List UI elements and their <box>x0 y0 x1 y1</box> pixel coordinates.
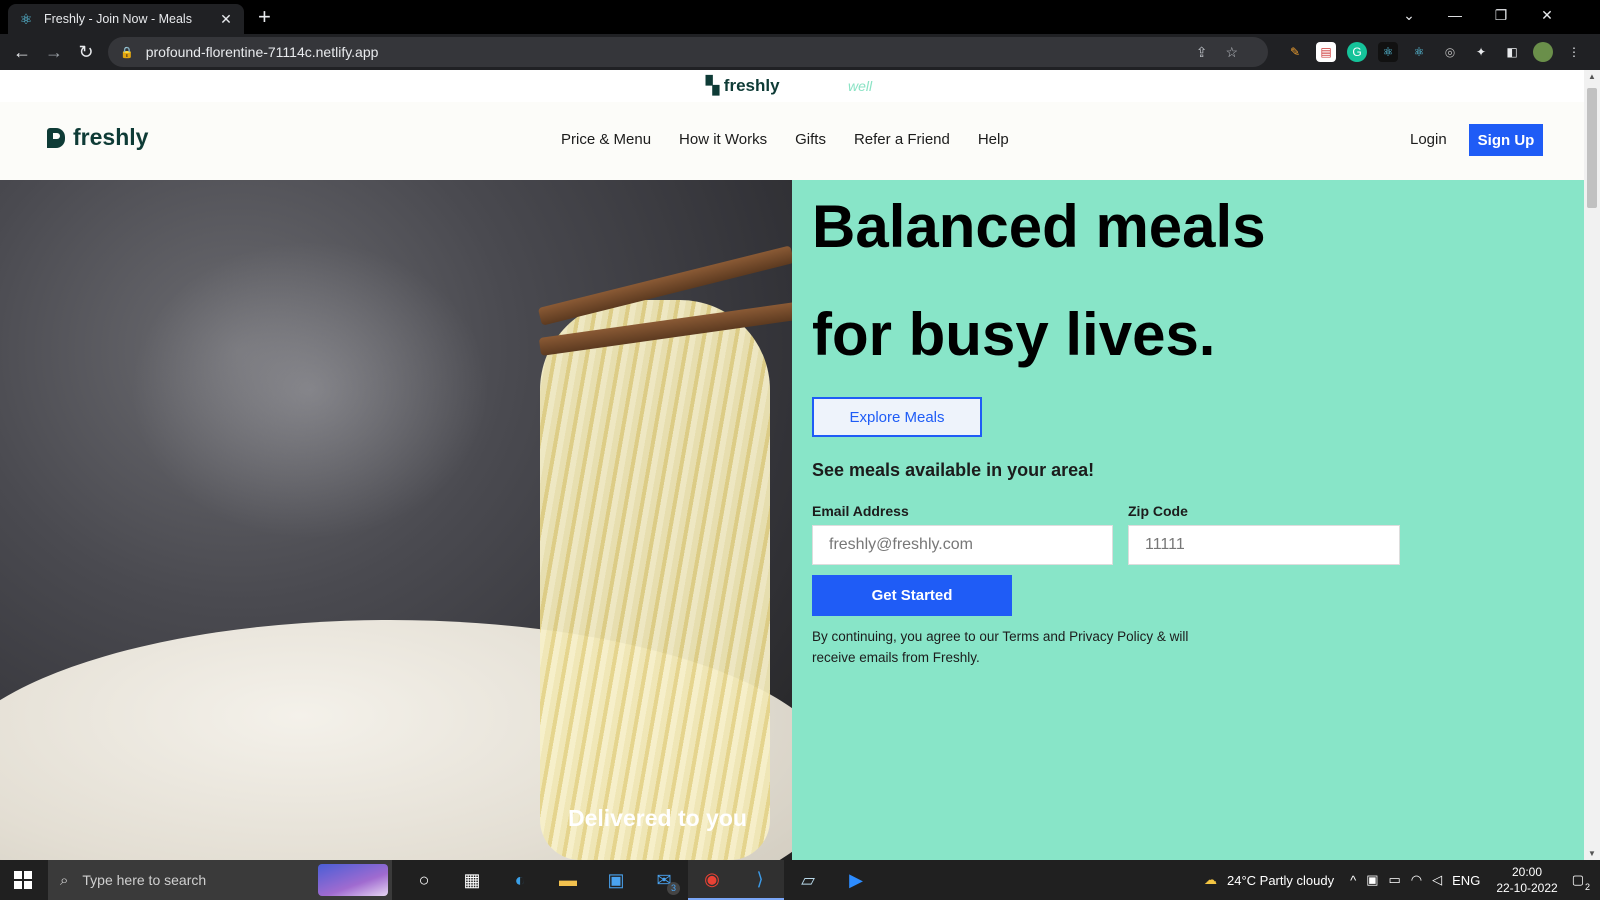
main-menu: Price & Menu How it Works Gifts Refer a … <box>561 131 1009 148</box>
react-icon: ⚛ <box>19 11 33 27</box>
site-header: freshly Price & Menu How it Works Gifts … <box>0 102 1584 180</box>
banner-tagline: well <box>848 78 873 94</box>
top-banner: ▚ freshly well <box>0 70 1584 102</box>
react-icon-2[interactable]: ⚛ <box>1409 42 1429 62</box>
get-started-button[interactable]: Get Started <box>812 575 1012 616</box>
web-page: ▚ freshly well freshly Price & Menu How … <box>0 70 1584 860</box>
search-icon: ⌕ <box>60 871 69 889</box>
cortana-icon[interactable]: ○ <box>400 860 448 900</box>
task-view-icon[interactable]: ▦ <box>448 860 496 900</box>
mail-badge: 3 <box>667 882 680 895</box>
file-explorer-icon[interactable]: ▬ <box>544 860 592 900</box>
freshly-logo[interactable]: freshly <box>47 124 148 151</box>
minimize-icon[interactable]: — <box>1432 7 1478 23</box>
zoom-icon[interactable]: ▶ <box>832 860 880 900</box>
nav-refer-a-friend[interactable]: Refer a Friend <box>854 131 950 148</box>
headline-line-1: Balanced meals <box>812 193 1266 260</box>
mail-icon[interactable]: ✉ 3 <box>640 860 688 900</box>
store-icon[interactable]: ▣ <box>592 860 640 900</box>
nav-gifts[interactable]: Gifts <box>795 131 826 148</box>
clock-time: 20:00 <box>1511 865 1543 879</box>
headline-line-2: for busy lives. <box>812 301 1216 368</box>
react-devtools-icon[interactable]: ⚛ <box>1378 42 1398 62</box>
wifi-icon[interactable]: ◠ <box>1411 872 1422 888</box>
browser-tab-strip: ⚛ Freshly - Join Now - Meals ✕ + ⌄ — ❐ ✕ <box>0 0 1600 34</box>
extensions-area: ✎ ▤ G ⚛ ⚛ ◎ ✦ ◧ ⋮ <box>1285 42 1584 62</box>
clock-date: 22-10-2022 <box>1496 881 1558 895</box>
zip-code-field[interactable] <box>1128 525 1400 565</box>
note-extension-icon[interactable]: ▤ <box>1316 42 1336 62</box>
legal-text: By continuing, you agree to our Terms an… <box>812 629 1189 665</box>
new-tab-icon[interactable]: + <box>258 5 271 29</box>
clock[interactable]: 20:00 22-10-2022 <box>1496 864 1557 896</box>
vscode-icon[interactable]: ⟩ <box>736 860 784 900</box>
close-window-icon[interactable]: ✕ <box>1524 7 1570 24</box>
window-controls: ⌄ — ❐ ✕ <box>1386 0 1570 30</box>
email-label: Email Address <box>812 503 909 519</box>
nav-how-it-works[interactable]: How it Works <box>679 131 767 148</box>
restore-icon[interactable]: ❐ <box>1478 7 1524 24</box>
image-caption: Delivered to you <box>568 805 747 831</box>
volume-icon[interactable]: ◁ <box>1432 872 1442 888</box>
nav-help[interactable]: Help <box>978 131 1009 148</box>
target-extension-icon[interactable]: ◎ <box>1440 42 1460 62</box>
share-bookmark-icons[interactable]: ⇪☆ <box>1196 44 1256 61</box>
signup-panel: Balanced meals for busy lives. Explore M… <box>792 180 1584 860</box>
weather-text[interactable]: 24°C Partly cloudy <box>1227 873 1334 888</box>
noodles-decoration <box>540 300 770 860</box>
scrollbar-thumb[interactable] <box>1587 88 1597 208</box>
windows-taskbar: ⌕ Type here to search ○ ▦ ◐ ▬ ▣ ✉ 3 ◉ ⟩ ▱… <box>0 860 1600 900</box>
address-bar[interactable]: 🔒 profound-florentine-71114c.netlify.app… <box>108 37 1268 67</box>
notepad-icon[interactable]: ▱ <box>784 860 832 900</box>
brand-name: freshly <box>73 124 149 150</box>
scroll-down-icon[interactable]: ▼ <box>1584 849 1600 858</box>
area-subheading: See meals available in your area! <box>812 460 1095 480</box>
notification-count: 2 <box>1584 882 1590 892</box>
zip-label: Zip Code <box>1128 503 1188 519</box>
email-field[interactable] <box>812 525 1113 565</box>
steam-decoration <box>130 240 490 540</box>
side-panel-icon[interactable]: ◧ <box>1502 42 1522 62</box>
search-placeholder: Type here to search <box>82 872 207 888</box>
profile-avatar[interactable] <box>1533 42 1553 62</box>
notification-icon[interactable]: ▢ 2 <box>1572 872 1590 892</box>
nav-price-menu[interactable]: Price & Menu <box>561 131 651 148</box>
lock-icon[interactable]: 🔒 <box>120 46 134 59</box>
signup-button[interactable]: Sign Up <box>1469 124 1543 156</box>
pen-extension-icon[interactable]: ✎ <box>1285 42 1305 62</box>
battery-icon[interactable]: ▭ <box>1389 872 1401 888</box>
close-tab-icon[interactable]: ✕ <box>218 11 234 28</box>
weather-icon[interactable]: ☁ <box>1204 872 1217 888</box>
freshly-logo-icon <box>47 127 65 148</box>
login-link[interactable]: Login <box>1410 131 1447 148</box>
system-tray: ☁ 24°C Partly cloudy ^ ▣ ▭ ◠ ◁ ENG 20:00… <box>1204 860 1600 900</box>
browser-tab[interactable]: ⚛ Freshly - Join Now - Meals ✕ <box>8 4 244 34</box>
url-text: profound-florentine-71114c.netlify.app <box>145 44 379 60</box>
edge-icon[interactable]: ◐ <box>496 860 544 900</box>
scroll-up-icon[interactable]: ▲ <box>1584 72 1600 81</box>
back-icon[interactable]: ← <box>6 42 38 63</box>
tab-title: Freshly - Join Now - Meals <box>44 12 192 26</box>
browser-toolbar: ← → ↻ 🔒 profound-florentine-71114c.netli… <box>0 34 1600 70</box>
explore-meals-button[interactable]: Explore Meals <box>812 397 982 437</box>
windows-start-icon[interactable] <box>14 871 32 889</box>
tab-search-icon[interactable]: ⌄ <box>1386 7 1432 24</box>
language-indicator[interactable]: ENG <box>1452 873 1480 888</box>
taskbar-apps: ○ ▦ ◐ ▬ ▣ ✉ 3 ◉ ⟩ ▱ ▶ <box>400 860 880 900</box>
grammarly-icon[interactable]: G <box>1347 42 1367 62</box>
page-scrollbar[interactable]: ▲ ▼ <box>1584 70 1600 860</box>
chrome-icon[interactable]: ◉ <box>688 860 736 900</box>
forward-icon[interactable]: → <box>38 42 70 63</box>
taskbar-search[interactable]: ⌕ Type here to search <box>48 860 392 900</box>
hero-noodle-image: Delivered to you <box>0 180 792 860</box>
chevron-up-icon[interactable]: ^ <box>1350 873 1356 888</box>
menu-kebab-icon[interactable]: ⋮ <box>1564 42 1584 62</box>
meet-icon[interactable]: ▣ <box>1366 872 1378 888</box>
banner-logo: ▚ freshly <box>706 76 780 95</box>
search-highlight-image <box>318 864 388 896</box>
reload-icon[interactable]: ↻ <box>70 42 102 63</box>
puzzle-extensions-icon[interactable]: ✦ <box>1471 42 1491 62</box>
